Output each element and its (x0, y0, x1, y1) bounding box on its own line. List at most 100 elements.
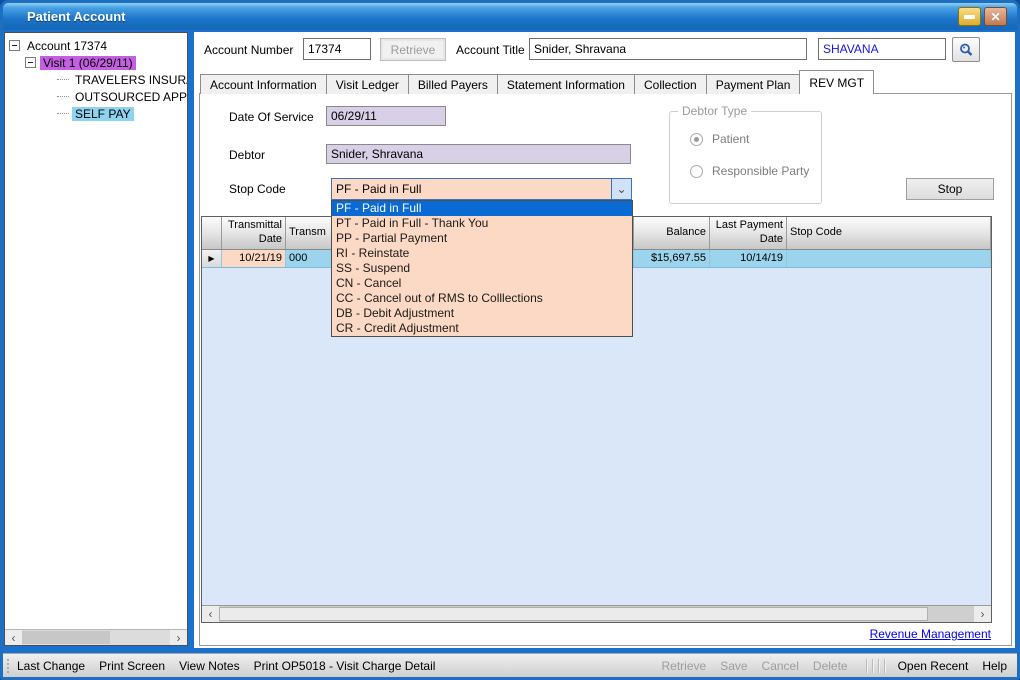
tree-item-travelers-insurance[interactable]: TRAVELERS INSURAN (9, 71, 187, 88)
stop-code-option[interactable]: CC - Cancel out of RMS to Colllections (332, 291, 632, 306)
close-icon: ✕ (990, 11, 1000, 23)
client-area: Account 17374 Visit 1 (06/29/11) TRAVELE… (3, 30, 1017, 653)
retrieve-button[interactable]: Retrieve (380, 38, 446, 61)
cell-last-payment-date[interactable]: 10/14/19 (710, 250, 787, 267)
account-number-input[interactable] (303, 38, 371, 60)
stop-code-value: PF - Paid in Full (332, 179, 611, 199)
tree-connector (57, 113, 69, 114)
tab-visit-ledger[interactable]: Visit Ledger (326, 74, 409, 94)
radio-patient-label: Patient (712, 132, 749, 146)
tab-strip: Account Information Visit Ledger Billed … (200, 72, 873, 94)
statusbar-delete[interactable]: Delete (813, 659, 848, 673)
window-title: Patient Account (27, 9, 955, 24)
tree-horizontal-scrollbar[interactable]: ‹ › (5, 629, 187, 645)
cell-balance[interactable]: $15,697.55 (634, 250, 710, 267)
tree-item-account[interactable]: Account 17374 (9, 37, 187, 54)
cell-stop-code[interactable] (787, 250, 991, 267)
scroll-right-icon[interactable]: › (974, 606, 991, 622)
tree-scrollbar-thumb[interactable] (22, 631, 110, 644)
chevron-down-icon[interactable]: ⌄ (611, 179, 631, 199)
stop-code-label: Stop Code (229, 182, 286, 196)
revenue-management-link[interactable]: Revenue Management (870, 627, 991, 641)
debtor-label: Debtor (229, 148, 265, 162)
scroll-right-icon[interactable]: › (170, 630, 187, 645)
stop-code-option[interactable]: CR - Credit Adjustment (332, 321, 632, 336)
tree-collapse-icon[interactable] (9, 40, 20, 51)
patient-search-input[interactable] (818, 38, 946, 60)
grid-header-selector (202, 217, 222, 249)
stop-code-option[interactable]: DB - Debit Adjustment (332, 306, 632, 321)
tab-billed-payers[interactable]: Billed Payers (408, 74, 498, 94)
tree-item-label[interactable]: Account 17374 (24, 39, 110, 53)
minimize-icon (964, 15, 975, 19)
stop-code-dropdown-list: PF - Paid in Full PT - Paid in Full - Th… (331, 200, 633, 337)
statusbar-open-recent[interactable]: Open Recent (898, 659, 969, 673)
account-title-input[interactable] (529, 38, 807, 60)
statusbar-print-op5018[interactable]: Print OP5018 - Visit Charge Detail (254, 659, 436, 673)
radio-patient[interactable]: Patient (690, 132, 749, 146)
tree-connector (57, 96, 69, 97)
grid-header-stop-code: Stop Code (787, 217, 991, 249)
radio-selected-icon[interactable] (690, 133, 703, 146)
tree-item-label-selected-visit[interactable]: Visit 1 (06/29/11) (40, 56, 136, 70)
date-of-service-label: Date Of Service (229, 110, 314, 124)
radio-responsible-party-label: Responsible Party (712, 164, 809, 178)
statusbar-view-notes[interactable]: View Notes (179, 659, 239, 673)
tree-collapse-icon[interactable] (25, 57, 36, 68)
rev-mgt-tab-page: Date Of Service 06/29/11 Debtor Snider, … (199, 93, 1012, 646)
tab-statement-information[interactable]: Statement Information (497, 74, 635, 94)
stop-code-option[interactable]: PP - Partial Payment (332, 231, 632, 246)
close-button[interactable]: ✕ (984, 7, 1007, 26)
tree-connector (57, 79, 69, 80)
tree-item-self-pay[interactable]: SELF PAY (9, 105, 187, 122)
stop-code-option[interactable]: SS - Suspend (332, 261, 632, 276)
tree-item-label-selected-payer[interactable]: SELF PAY (72, 107, 134, 121)
debtor-type-legend: Debtor Type (678, 104, 751, 118)
radio-responsible-party[interactable]: Responsible Party (690, 164, 809, 178)
stop-code-combobox[interactable]: PF - Paid in Full ⌄ (331, 178, 632, 200)
statusbar-save[interactable]: Save (720, 659, 747, 673)
grid-horizontal-scrollbar[interactable]: ‹ › (202, 605, 991, 622)
patient-account-window: Patient Account ✕ Account 17374 Visit 1 … (0, 0, 1020, 680)
main-panel: Account Number Retrieve Account Title Ac… (194, 32, 1015, 648)
row-marker-icon: ▶ (202, 250, 222, 267)
statusbar-cancel[interactable]: Cancel (762, 659, 799, 673)
debtor-field[interactable]: Snider, Shravana (326, 144, 631, 164)
statusbar-print-screen[interactable]: Print Screen (99, 659, 165, 673)
stop-code-option[interactable]: PF - Paid in Full (332, 201, 632, 216)
minimize-button[interactable] (958, 7, 981, 26)
stop-code-option[interactable]: RI - Reinstate (332, 246, 632, 261)
tree-item-visit[interactable]: Visit 1 (06/29/11) (9, 54, 187, 71)
grid-scrollbar-thumb[interactable] (219, 607, 928, 621)
status-bar: Last Change Print Screen View Notes Prin… (3, 653, 1017, 677)
search-button[interactable] (952, 37, 980, 62)
account-title-label: Account Title (456, 43, 525, 57)
statusbar-separator-icon (866, 659, 886, 673)
account-tree-panel: Account 17374 Visit 1 (06/29/11) TRAVELE… (4, 32, 188, 646)
scroll-left-icon[interactable]: ‹ (5, 630, 22, 645)
grid-header-last-payment-date: Last Payment Date (710, 217, 787, 249)
debtor-type-groupbox: Debtor Type Patient Responsible Party (669, 111, 822, 204)
date-of-service-field[interactable]: 06/29/11 (326, 106, 446, 126)
stop-code-option[interactable]: PT - Paid in Full - Thank You (332, 216, 632, 231)
tab-rev-mgt[interactable]: REV MGT (799, 70, 874, 94)
statusbar-last-change[interactable]: Last Change (17, 659, 85, 673)
tree-item-label[interactable]: TRAVELERS INSURAN (72, 73, 187, 87)
cell-transmittal-date[interactable]: 10/21/19 (222, 250, 286, 267)
statusbar-help[interactable]: Help (982, 659, 1007, 673)
grid-header-balance: Balance (634, 217, 710, 249)
tree-item-label[interactable]: OUTSOURCED APPEA (72, 90, 187, 104)
grid-header-transmittal-date: Transmittal Date (222, 217, 286, 249)
tab-payment-plan[interactable]: Payment Plan (706, 74, 801, 94)
title-bar[interactable]: Patient Account ✕ (3, 3, 1017, 30)
tab-account-information[interactable]: Account Information (200, 74, 327, 94)
tab-collection[interactable]: Collection (634, 74, 707, 94)
tree-item-outsourced-appeal[interactable]: OUTSOURCED APPEA (9, 88, 187, 105)
radio-unselected-icon[interactable] (690, 165, 703, 178)
account-tree: Account 17374 Visit 1 (06/29/11) TRAVELE… (5, 33, 187, 122)
stop-button[interactable]: Stop (906, 178, 994, 200)
statusbar-retrieve[interactable]: Retrieve (662, 659, 707, 673)
statusbar-grip-icon (7, 659, 9, 673)
scroll-left-icon[interactable]: ‹ (202, 606, 219, 622)
stop-code-option[interactable]: CN - Cancel (332, 276, 632, 291)
